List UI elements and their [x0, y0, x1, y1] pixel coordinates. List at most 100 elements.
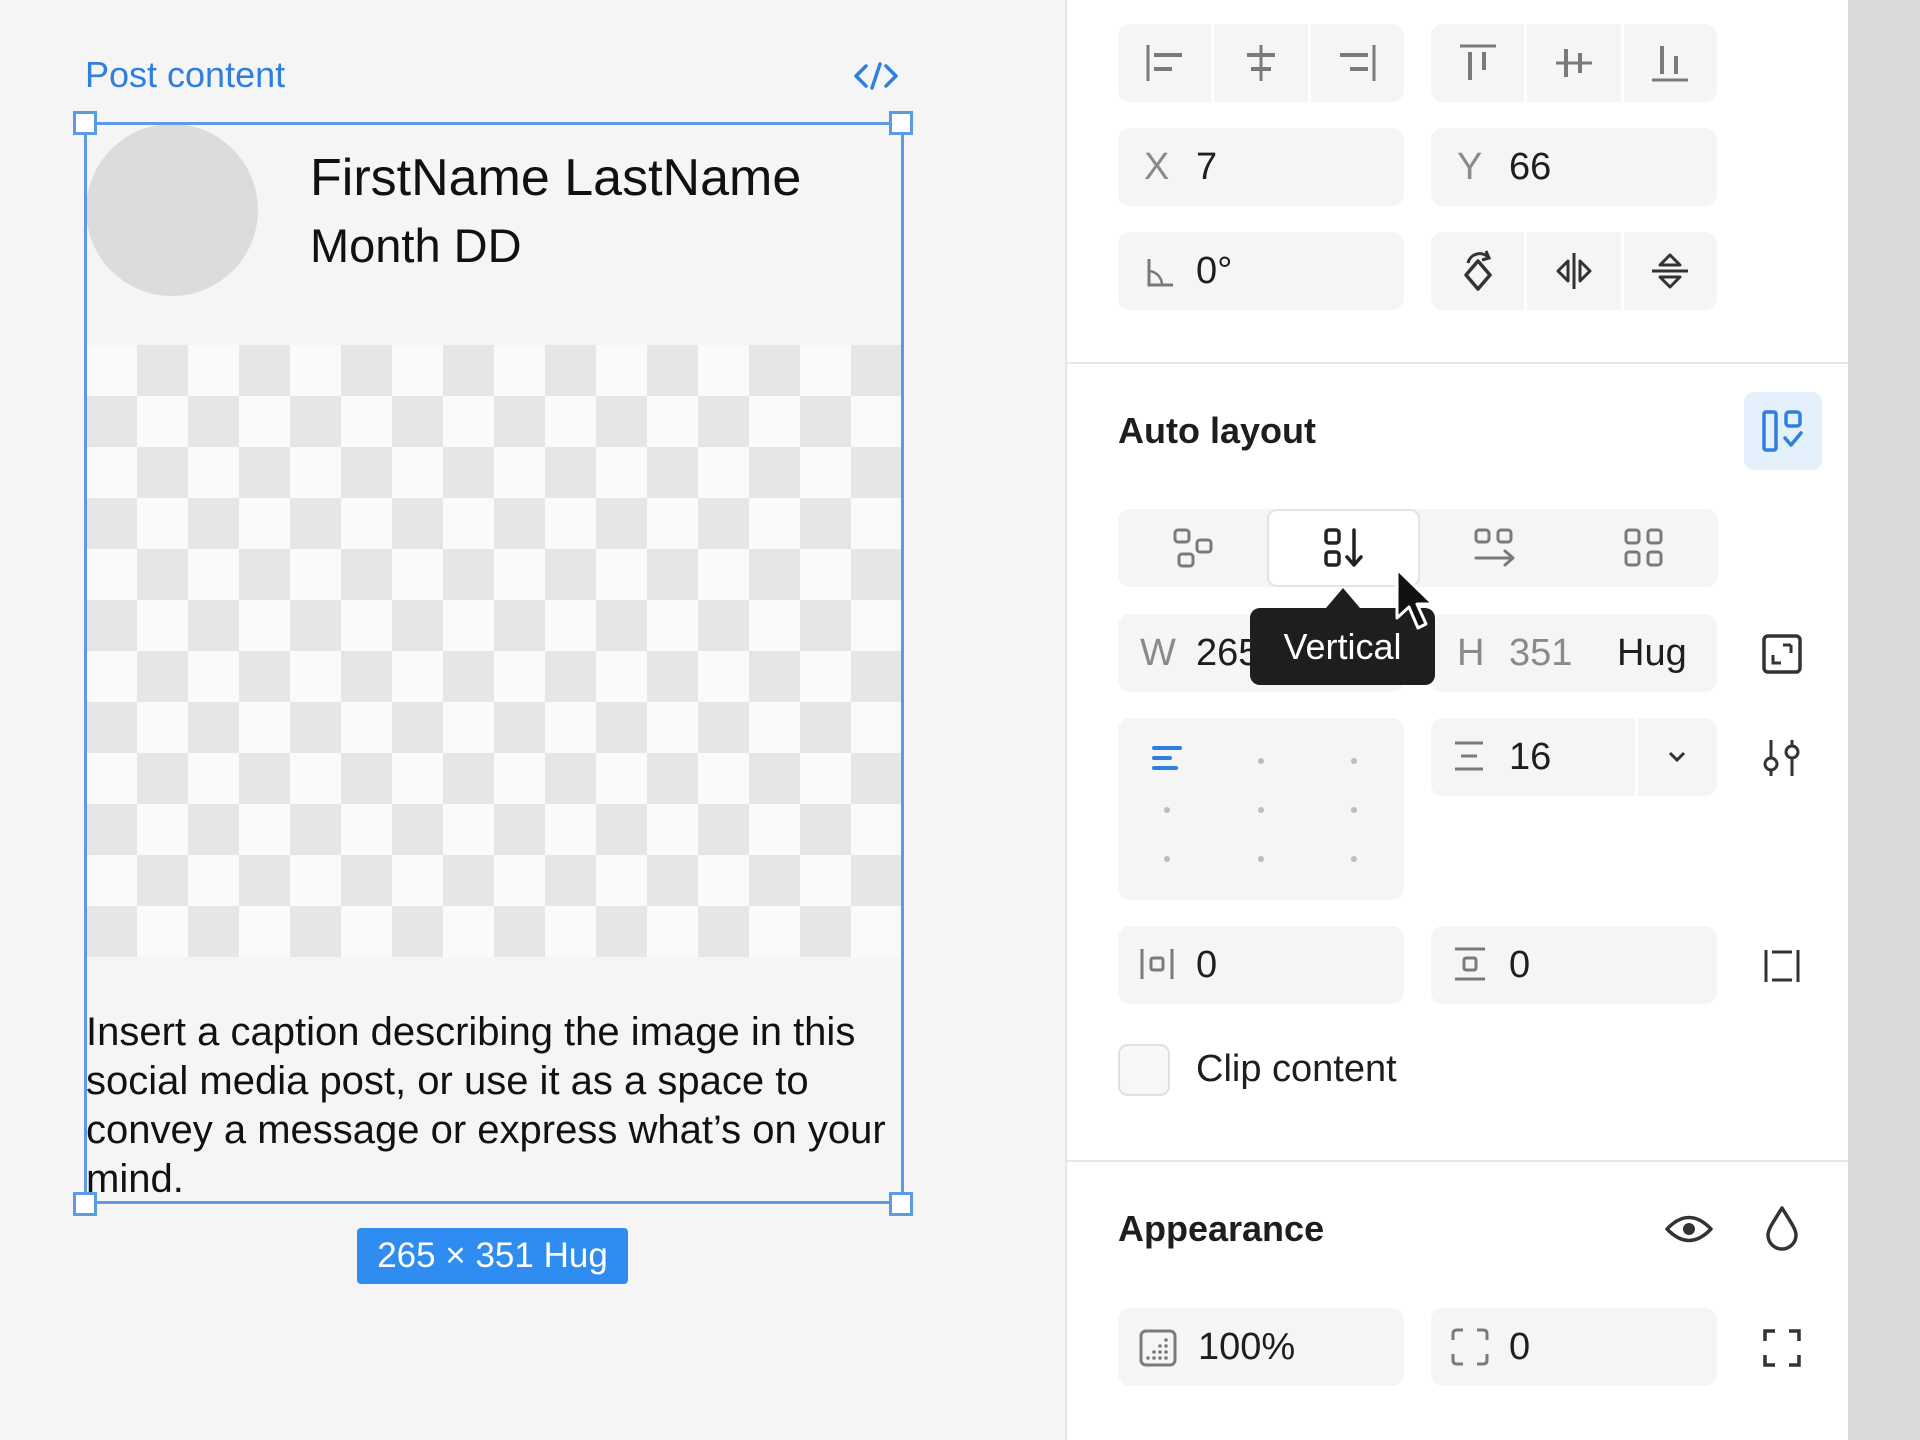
x-field[interactable]: X 7: [1118, 128, 1404, 206]
height-field[interactable]: H 351 Hug: [1431, 614, 1717, 692]
align-middle-icon: [1555, 49, 1592, 77]
align-bottom-icon: [1652, 46, 1689, 82]
align-center-h-icon: [1246, 45, 1275, 81]
horizontal-padding-field[interactable]: 0: [1118, 926, 1404, 1004]
chevron-down-icon[interactable]: [1653, 738, 1701, 776]
align-right-icon: [1340, 45, 1376, 81]
resize-to-fit-icon: [1762, 634, 1802, 674]
align-top-button[interactable]: [1431, 24, 1528, 102]
resize-handle-bottom-right[interactable]: [889, 1192, 913, 1216]
align-dot-top-center[interactable]: [1258, 758, 1264, 764]
vertical-padding-value[interactable]: 0: [1509, 944, 1530, 987]
horizontal-padding-icon: [1138, 946, 1176, 982]
resize-handle-top-right[interactable]: [889, 111, 913, 135]
x-label: X: [1144, 146, 1170, 188]
selection-box: [84, 122, 904, 1204]
corner-radius-field[interactable]: 0: [1431, 1308, 1717, 1386]
resize-handle-bottom-left[interactable]: [73, 1192, 97, 1216]
gap-divider: [1635, 718, 1638, 796]
section-divider: [1065, 1160, 1848, 1162]
align-top-icon: [1459, 44, 1496, 80]
w-label: W: [1140, 632, 1176, 674]
horizontal-align-group: [1118, 24, 1404, 102]
flip-horizontal-button[interactable]: [1527, 232, 1624, 310]
corner-radius-value[interactable]: 0: [1509, 1326, 1530, 1369]
layout-horizontal-button[interactable]: [1420, 509, 1569, 587]
align-top-left-icon[interactable]: [1150, 742, 1186, 778]
clip-content-checkbox[interactable]: [1118, 1044, 1170, 1096]
transform-group: [1431, 232, 1717, 310]
flip-horizontal-icon: [1556, 253, 1592, 289]
rotation-value[interactable]: 0°: [1196, 250, 1232, 293]
individual-padding-button[interactable]: [1758, 942, 1806, 990]
layout-grid-button[interactable]: [1569, 509, 1718, 587]
vertical-gap-icon: [1451, 738, 1487, 774]
vertical-align-group: [1431, 24, 1717, 102]
visibility-button[interactable]: [1662, 1204, 1716, 1254]
individual-corners-button[interactable]: [1758, 1324, 1806, 1372]
grid-layout-icon: [1624, 528, 1662, 567]
horizontal-padding-value[interactable]: 0: [1196, 944, 1217, 987]
resize-to-fit-button[interactable]: [1758, 630, 1806, 678]
align-dot-bottom-center[interactable]: [1258, 856, 1264, 862]
align-middle-button[interactable]: [1527, 24, 1624, 102]
align-dot-center[interactable]: [1258, 807, 1264, 813]
align-center-h-button[interactable]: [1214, 24, 1311, 102]
y-value[interactable]: 66: [1509, 146, 1551, 189]
frame-label[interactable]: Post content: [85, 54, 285, 96]
vertical-padding-field[interactable]: 0: [1431, 926, 1717, 1004]
freeform-layout-icon: [1173, 528, 1212, 568]
opacity-value[interactable]: 100%: [1198, 1326, 1295, 1369]
opacity-field[interactable]: 100%: [1118, 1308, 1404, 1386]
expand-corners-icon: [1763, 1329, 1801, 1367]
horizontal-layout-icon: [1474, 528, 1514, 567]
align-dot-top-right[interactable]: [1351, 758, 1357, 764]
align-left-button[interactable]: [1118, 24, 1215, 102]
corner-radius-icon: [1449, 1326, 1491, 1368]
clip-content-label[interactable]: Clip content: [1196, 1048, 1397, 1091]
align-dot-middle-right[interactable]: [1351, 807, 1357, 813]
blend-mode-button[interactable]: [1758, 1202, 1806, 1254]
align-left-icon: [1146, 45, 1182, 81]
gap-field[interactable]: 16: [1431, 718, 1717, 796]
align-right-button[interactable]: [1311, 24, 1404, 102]
code-icon[interactable]: [850, 58, 902, 94]
panel-edge: [1848, 0, 1920, 1440]
layout-settings-button[interactable]: [1758, 734, 1806, 782]
vertical-layout-icon: [1323, 528, 1363, 567]
opacity-icon: [1138, 1328, 1178, 1368]
y-field[interactable]: Y 66: [1431, 128, 1717, 206]
rotate-button[interactable]: [1431, 232, 1528, 310]
x-value[interactable]: 7: [1196, 146, 1217, 189]
h-mode[interactable]: Hug: [1617, 632, 1687, 675]
flip-vertical-icon: [1652, 253, 1689, 289]
align-bottom-button[interactable]: [1624, 24, 1717, 102]
h-label: H: [1457, 632, 1485, 674]
flip-vertical-button[interactable]: [1624, 232, 1717, 310]
angle-icon: [1140, 252, 1180, 292]
h-value[interactable]: 351: [1509, 632, 1572, 675]
auto-layout-title: Auto layout: [1118, 410, 1316, 451]
rotation-field[interactable]: 0°: [1118, 232, 1404, 310]
y-label: Y: [1457, 146, 1483, 188]
auto-layout-toggle-button[interactable]: [1744, 392, 1822, 470]
align-dot-bottom-right[interactable]: [1351, 856, 1357, 862]
align-dot-bottom-left[interactable]: [1164, 856, 1170, 862]
padding-sides-icon: [1764, 950, 1800, 982]
vertical-padding-icon: [1451, 946, 1489, 982]
resize-handle-top-left[interactable]: [73, 111, 97, 135]
appearance-title: Appearance: [1118, 1208, 1325, 1249]
layout-free-button[interactable]: [1118, 509, 1267, 587]
alignment-grid[interactable]: [1118, 718, 1404, 900]
drop-icon: [1766, 1206, 1798, 1251]
gap-value[interactable]: 16: [1509, 736, 1551, 779]
auto-layout-suggest-icon: [1762, 410, 1803, 452]
mouse-cursor-icon: [1394, 566, 1440, 636]
rotate-icon: [1463, 250, 1492, 291]
tooltip-arrow: [1326, 588, 1360, 608]
section-divider: [1065, 362, 1848, 364]
size-badge: 265 × 351 Hug: [357, 1228, 628, 1284]
sliders-icon: [1763, 740, 1800, 776]
align-dot-middle-left[interactable]: [1164, 807, 1170, 813]
eye-icon: [1665, 1215, 1713, 1243]
